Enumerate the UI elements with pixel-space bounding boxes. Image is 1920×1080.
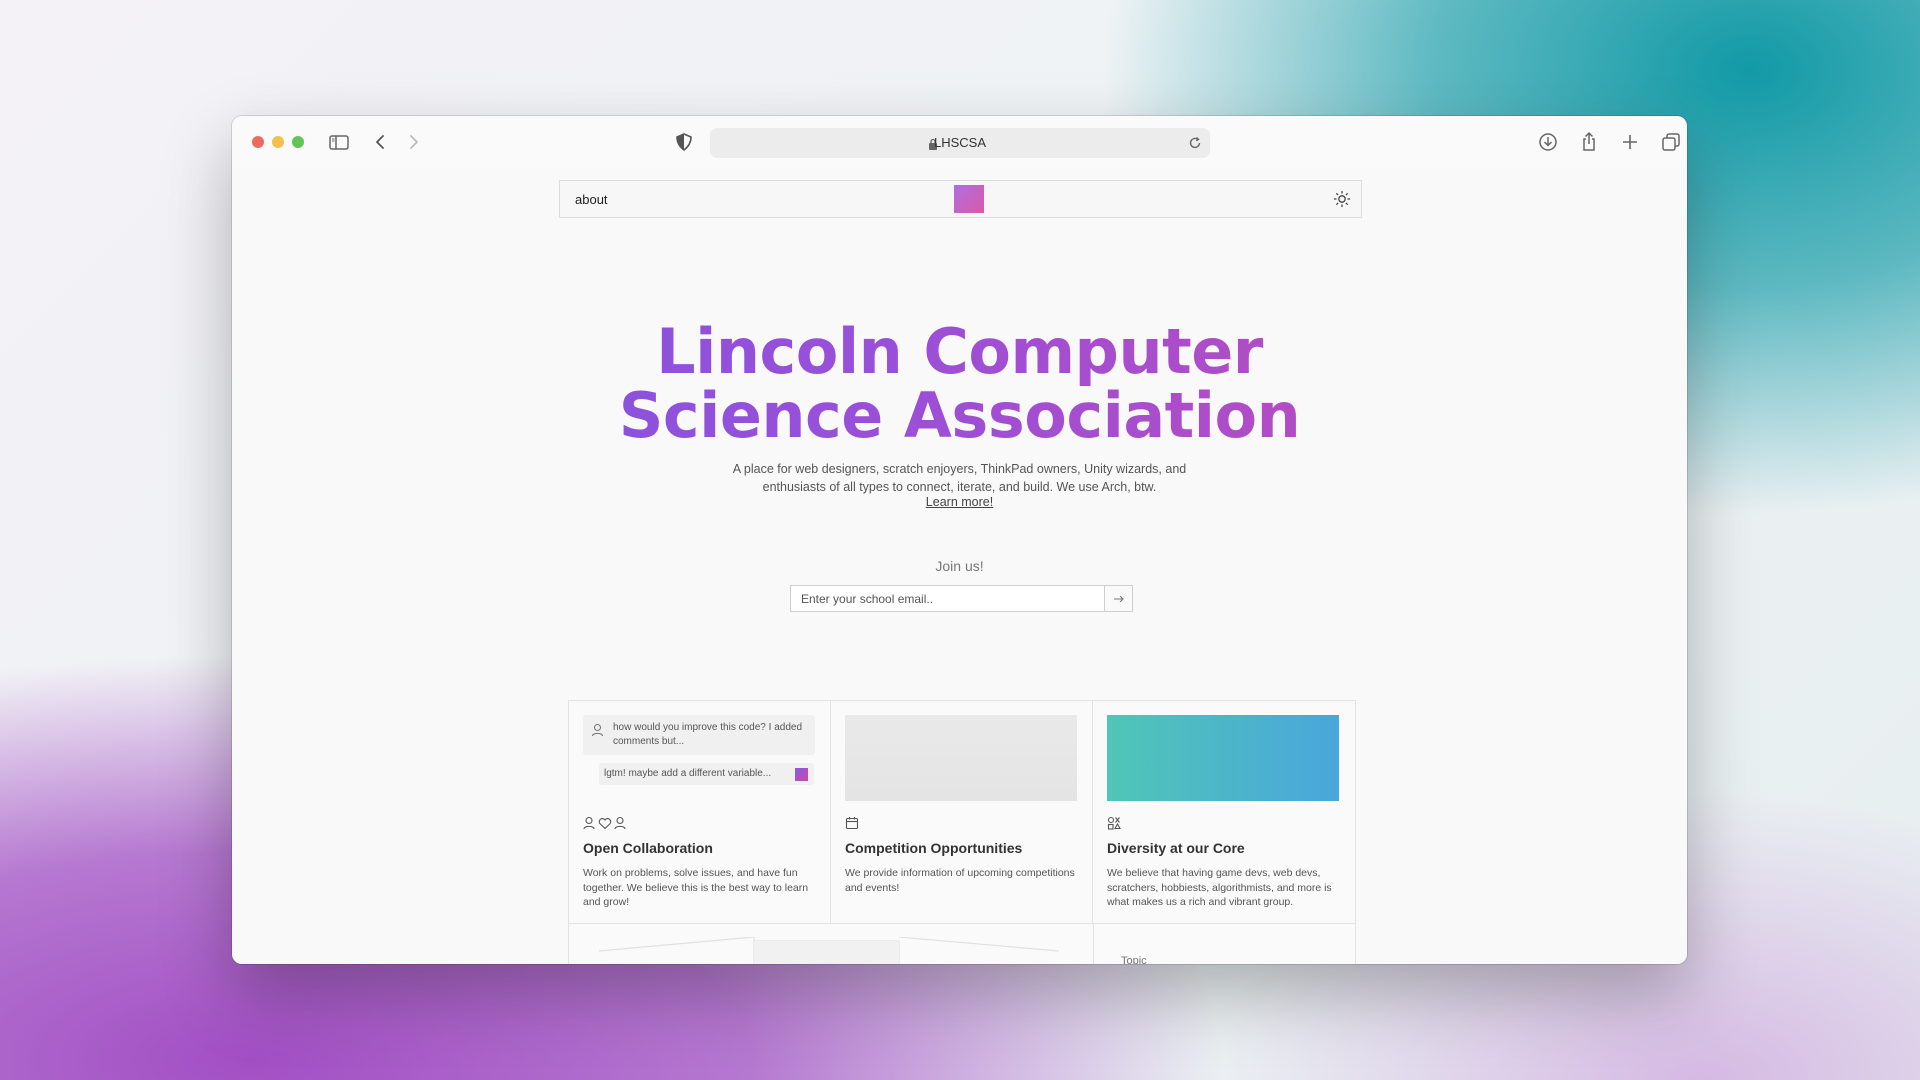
browser-window: LHSCSA about Lincoln Computer Science As… (232, 116, 1687, 964)
card-title: Diversity at our Core (1107, 840, 1245, 856)
chat-message-text: how would you improve this code? I added… (613, 722, 803, 747)
feature-card-diversity: Diversity at our Core We believe that ha… (1093, 701, 1355, 923)
hero-title-line1: Lincoln Computer (656, 315, 1263, 388)
minimize-window-button[interactable] (272, 136, 284, 148)
feature-card-competitions: Competition Opportunities We provide inf… (831, 701, 1093, 923)
web-page: about Lincoln Computer Science Associati… (232, 168, 1687, 964)
chat-reply-text: lgtm! maybe add a different variable... (604, 768, 772, 779)
reply-avatar (795, 768, 808, 781)
hero-description: A place for web designers, scratch enjoy… (732, 462, 1187, 494)
card-gradient-image (1107, 715, 1339, 801)
tabs-overview-icon[interactable] (1659, 130, 1683, 154)
hero-title-line2: Science Association (618, 379, 1301, 452)
card-description: We provide information of upcoming compe… (845, 867, 1075, 894)
wireframe-illustration (598, 936, 1069, 964)
card-title: Competition Opportunities (845, 840, 1023, 856)
card-image-placeholder (845, 715, 1077, 801)
card-description: We believe that having game devs, web de… (1107, 867, 1332, 908)
address-text: LHSCSA (933, 135, 987, 150)
share-icon[interactable] (1577, 130, 1601, 154)
topic-label: Topic (1121, 955, 1147, 964)
calendar-icon (845, 816, 859, 835)
grid-divider-vertical (1093, 923, 1094, 964)
user-icon (591, 723, 604, 742)
email-input[interactable] (790, 585, 1105, 612)
feature-card-collaboration: how would you improve this code? I added… (569, 701, 831, 923)
reload-icon[interactable] (1186, 134, 1204, 157)
download-icon[interactable] (1536, 130, 1560, 154)
card-title: Open Collaboration (583, 840, 713, 856)
join-form (790, 585, 1133, 612)
site-navbar: about (559, 180, 1362, 218)
sun-icon[interactable] (1333, 190, 1351, 213)
site-logo[interactable] (954, 185, 984, 213)
chevron-left-icon[interactable] (369, 130, 393, 154)
arrow-right-icon (1113, 595, 1124, 602)
learn-more-link[interactable]: Learn more! (232, 495, 1687, 509)
submit-email-button[interactable] (1104, 585, 1133, 612)
grid-divider (569, 923, 1355, 924)
chat-reply: lgtm! maybe add a different variable... (599, 763, 814, 785)
close-window-button[interactable] (252, 136, 264, 148)
hero-title: Lincoln Computer Science Association (232, 320, 1687, 448)
card-description: Work on problems, solve issues, and have… (583, 867, 809, 908)
zoom-window-button[interactable] (292, 136, 304, 148)
address-bar[interactable]: LHSCSA (710, 128, 1210, 158)
shapes-icon (1107, 816, 1121, 835)
chevron-right-icon[interactable] (401, 130, 425, 154)
sidebar-icon[interactable] (327, 130, 351, 154)
join-label: Join us! (935, 558, 984, 574)
shield-icon[interactable] (672, 130, 696, 154)
features-grid: how would you improve this code? I added… (568, 700, 1356, 964)
plus-icon[interactable] (1618, 130, 1642, 154)
collaboration-icon (583, 816, 627, 835)
browser-toolbar: LHSCSA (232, 116, 1687, 168)
chat-message: how would you improve this code? I added… (583, 715, 815, 755)
nav-link-about[interactable]: about (575, 192, 608, 207)
